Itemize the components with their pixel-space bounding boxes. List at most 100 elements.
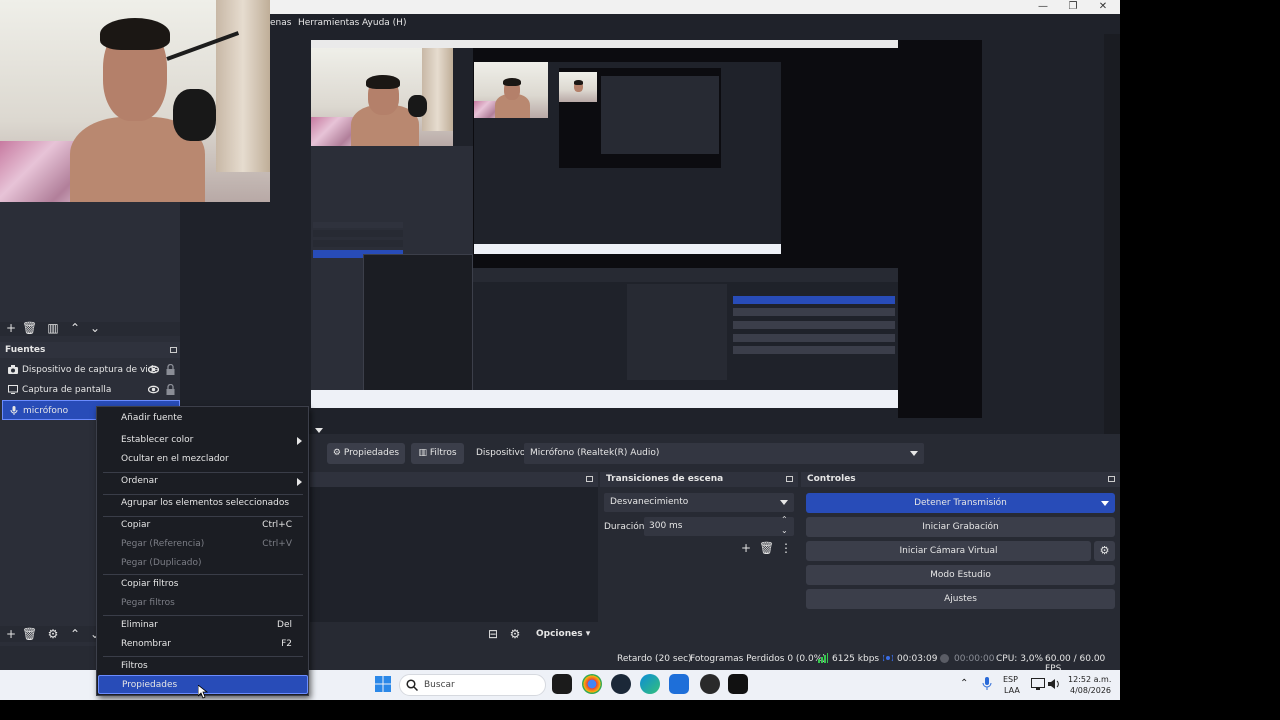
maximize-button[interactable]: ❐	[1058, 0, 1088, 14]
stop-streaming-button[interactable]: Detener Transmisión	[806, 493, 1115, 513]
properties-button[interactable]: ⚙ Propiedades	[327, 443, 405, 464]
obs-icon[interactable]	[700, 674, 720, 694]
source-context-menu: Añadir fuente Establecer color Ocultar e…	[96, 406, 309, 696]
delay-status: Retardo (20 sec)	[617, 654, 692, 664]
menu-paste-reference[interactable]: Pegar (Referencia) Ctrl+V	[98, 535, 308, 554]
record-dot-icon	[940, 654, 949, 663]
clock-time[interactable]: 12:52 a.m.	[1068, 675, 1111, 684]
taskbar-search-input[interactable]: Buscar	[399, 674, 546, 696]
collapse-arrow-icon[interactable]	[315, 428, 323, 433]
language-top[interactable]: ESP	[1003, 675, 1018, 684]
mixer-settings-icon[interactable]: ⚙	[508, 627, 522, 641]
mixer-layout-icon[interactable]: ⊟	[486, 627, 500, 641]
delete-scene-icon[interactable]: 🗑	[22, 321, 37, 335]
menu-help[interactable]: Ayuda (H)	[362, 18, 406, 28]
minimize-button[interactable]: —	[1028, 0, 1058, 14]
add-source-icon[interactable]: +	[4, 627, 18, 641]
scene-filters-icon[interactable]: ▥	[46, 321, 60, 335]
menu-order[interactable]: Ordenar	[98, 472, 308, 491]
start-recording-button[interactable]: Iniciar Grabación	[806, 517, 1115, 537]
close-button[interactable]: ✕	[1088, 0, 1118, 14]
sources-title: Fuentes	[5, 345, 46, 355]
network-icon[interactable]	[1031, 678, 1045, 690]
menu-delete[interactable]: Eliminar Del	[98, 616, 308, 635]
clock-date[interactable]: 4/08/2026	[1070, 686, 1111, 695]
dell-icon[interactable]	[728, 674, 748, 694]
transitions-float-icon[interactable]	[786, 476, 793, 482]
menu-label: Establecer color	[121, 435, 194, 445]
microphone-tray-icon[interactable]	[982, 677, 992, 691]
volume-icon[interactable]	[1048, 678, 1060, 690]
search-icon	[406, 679, 418, 691]
menu-rename[interactable]: Renombrar F2	[98, 635, 308, 654]
properties-label: Propiedades	[343, 448, 400, 458]
studio-mode-button[interactable]: Modo Estudio	[806, 565, 1115, 585]
menu-label: Ocultar en el mezclador	[121, 454, 229, 464]
move-down-icon[interactable]: ⌄	[88, 321, 102, 335]
menu-paste-duplicate[interactable]: Pegar (Duplicado)	[98, 554, 308, 573]
duration-value: 300 ms	[649, 521, 683, 531]
windows-start-icon[interactable]	[375, 676, 391, 692]
spin-down-icon[interactable]: ⌄	[781, 526, 788, 535]
menu-shortcut: F2	[281, 639, 292, 649]
more-options-icon[interactable]: ⋮	[779, 541, 793, 555]
source-item-camera[interactable]: Dispositivo de captura de vide	[2, 360, 180, 380]
source-settings-icon[interactable]: ⚙	[46, 627, 60, 641]
start-virtual-camera-button[interactable]: Iniciar Cámara Virtual	[806, 541, 1091, 561]
chevron-right-icon	[297, 478, 302, 486]
add-scene-icon[interactable]: +	[4, 321, 18, 335]
outlook-icon[interactable]	[669, 674, 689, 694]
filters-button[interactable]: ▥ Filtros	[411, 443, 464, 464]
edge-icon[interactable]	[640, 674, 660, 694]
menu-scenes[interactable]: enas	[270, 18, 291, 28]
device-select[interactable]: Micrófono (Realtek(R) Audio)	[524, 443, 924, 464]
chevron-down-icon[interactable]	[1101, 501, 1109, 506]
transition-select[interactable]: Desvanecimiento	[604, 493, 794, 512]
visibility-eye-icon[interactable]	[148, 364, 159, 375]
options-button[interactable]: Opciones ▾	[536, 629, 590, 639]
preview-scrollbar[interactable]	[1104, 34, 1120, 434]
sources-header: Fuentes	[0, 342, 180, 358]
duration-input[interactable]: 300 ms	[644, 517, 794, 536]
bitrate-status: 6125 kbps	[832, 654, 880, 664]
visibility-eye-icon[interactable]	[148, 384, 159, 395]
mixer-float-icon[interactable]	[586, 476, 593, 482]
menu-paste-filters[interactable]: Pegar filtros	[98, 594, 308, 613]
menu-label: Eliminar	[121, 620, 158, 630]
menu-filters[interactable]: Filtros	[98, 657, 308, 676]
source-item-screen[interactable]: Captura de pantalla	[2, 380, 180, 400]
sources-float-icon[interactable]	[170, 347, 177, 353]
virtual-camera-settings-icon[interactable]: ⚙	[1094, 541, 1115, 561]
menu-copy[interactable]: Copiar Ctrl+C	[98, 516, 308, 535]
preview-canvas	[311, 40, 898, 408]
task-view-icon[interactable]	[552, 674, 572, 694]
source-up-icon[interactable]: ⌃	[68, 627, 82, 641]
menu-label: Pegar (Referencia)	[121, 539, 205, 549]
microphone-icon	[10, 406, 18, 415]
tray-expand-icon[interactable]: ⌃	[960, 678, 968, 689]
steam-icon[interactable]	[611, 674, 631, 694]
add-transition-icon[interactable]: +	[739, 541, 753, 555]
delete-transition-icon[interactable]: 🗑	[759, 541, 774, 555]
spin-up-icon[interactable]: ⌃	[781, 515, 788, 524]
menu-label: Filtros	[121, 661, 148, 671]
menu-tools[interactable]: Herramientas	[298, 18, 359, 28]
menu-set-color[interactable]: Establecer color	[98, 431, 308, 450]
language-bottom[interactable]: LAA	[1004, 686, 1020, 695]
lock-icon[interactable]	[166, 384, 175, 395]
menu-add-source[interactable]: Añadir fuente	[98, 409, 308, 428]
source-label: Dispositivo de captura de vide	[22, 365, 160, 375]
settings-button[interactable]: Ajustes	[806, 589, 1115, 609]
menu-copy-filters[interactable]: Copiar filtros	[98, 575, 308, 594]
menu-label: Renombrar	[121, 639, 171, 649]
chrome-icon[interactable]	[582, 674, 602, 694]
delete-source-icon[interactable]: 🗑	[22, 627, 37, 641]
monitor-icon	[8, 385, 18, 394]
dropped-frames-status: Fotogramas Perdidos 0 (0.0%)	[690, 654, 826, 664]
menu-group-selected[interactable]: Agrupar los elementos seleccionados	[98, 494, 308, 513]
move-up-icon[interactable]: ⌃	[68, 321, 82, 335]
menu-hide-in-mixer[interactable]: Ocultar en el mezclador	[98, 450, 308, 469]
menu-label: Pegar (Duplicado)	[121, 558, 202, 568]
lock-icon[interactable]	[166, 364, 175, 375]
controls-float-icon[interactable]	[1108, 476, 1115, 482]
